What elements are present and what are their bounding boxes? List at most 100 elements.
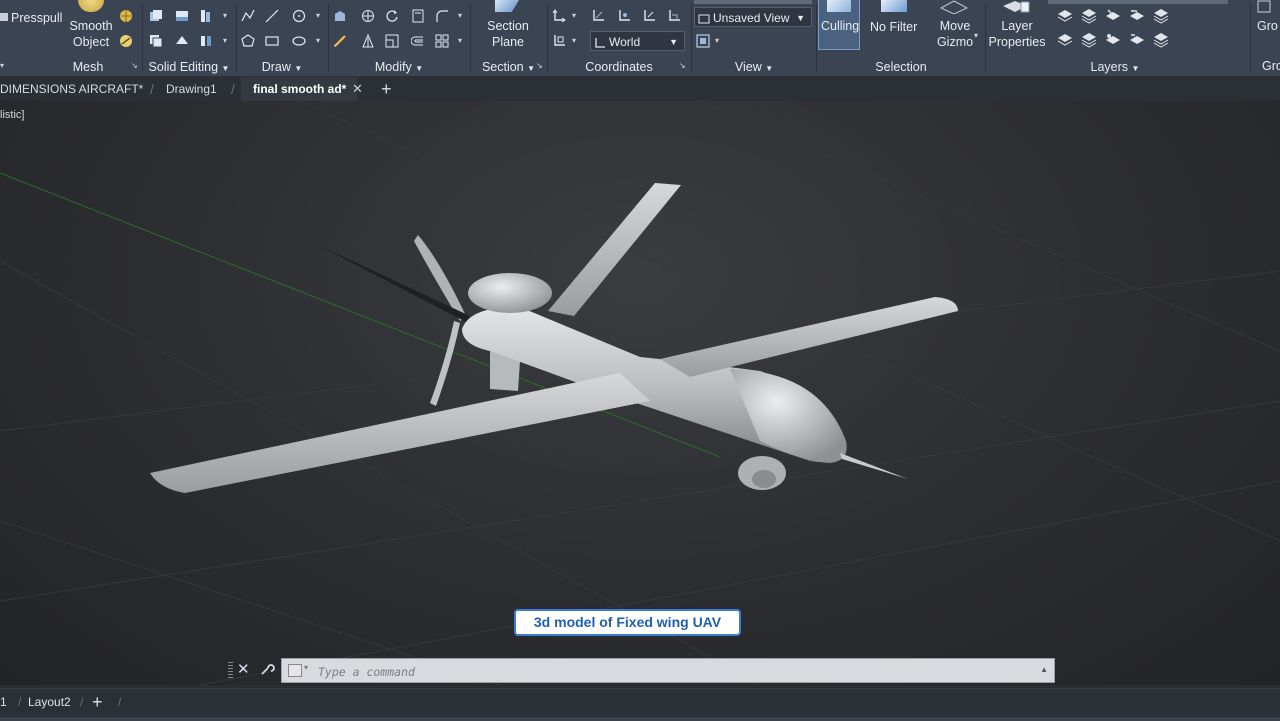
culling-button[interactable]: Culling: [818, 0, 860, 50]
layout-tab-layout2[interactable]: Layout2: [28, 689, 71, 715]
command-line-grip[interactable]: [228, 662, 233, 679]
mesh-dialog-launcher[interactable]: ↘: [131, 61, 138, 70]
slice-caret[interactable]: ▾: [223, 11, 227, 20]
group-icon[interactable]: [1257, 0, 1271, 14]
model-viewport[interactable]: listic] 3d model of Fixed wing UAV: [0, 101, 1280, 685]
wing-far[interactable]: [548, 183, 681, 316]
draw-panel-caret[interactable]: ▼: [294, 64, 302, 73]
section-panel-caret[interactable]: ▼: [527, 64, 535, 73]
layer-properties-icon[interactable]: [1001, 0, 1031, 14]
smooth-object-icon[interactable]: [78, 0, 104, 12]
align-icon[interactable]: [411, 9, 425, 23]
layer-properties-button[interactable]: Layer Properties: [988, 18, 1046, 50]
layers-panel-title[interactable]: Layers ▼: [986, 60, 1244, 74]
draw-panel-title[interactable]: Draw ▼: [237, 60, 327, 74]
move-3d-icon[interactable]: [333, 9, 347, 23]
modeling-panel-caret[interactable]: ▾: [0, 61, 4, 70]
scale-icon[interactable]: [385, 34, 399, 48]
slice-icon[interactable]: [199, 9, 213, 23]
move-gizmo-icon[interactable]: [939, 0, 969, 15]
intersect-icon[interactable]: [149, 34, 163, 48]
fillet-caret[interactable]: ▾: [458, 11, 462, 20]
section-panel-title[interactable]: Section ▼: [471, 60, 546, 74]
ucs-zaxis-icon[interactable]: [642, 9, 656, 23]
no-filter-button[interactable]: No Filter: [870, 19, 917, 35]
ucs-caret[interactable]: ▾: [572, 11, 576, 20]
new-tab-button[interactable]: +: [381, 77, 392, 101]
section-plane-icon[interactable]: [495, 0, 519, 12]
recent-commands-icon[interactable]: [288, 664, 302, 677]
interfere-icon[interactable]: [175, 34, 189, 48]
layers-panel-caret[interactable]: ▼: [1132, 64, 1140, 73]
polygon-icon[interactable]: [241, 34, 255, 48]
line-icon[interactable]: [265, 9, 279, 23]
mesh-panel-title[interactable]: Mesh: [56, 60, 120, 74]
ellipse-caret[interactable]: ▾: [316, 36, 320, 45]
polyline-icon[interactable]: [241, 9, 255, 23]
rectangle-icon[interactable]: [265, 34, 279, 48]
coordinates-dialog-launcher[interactable]: ↘: [679, 61, 686, 70]
layer-isolate-icon[interactable]: [1080, 8, 1098, 24]
circle-caret[interactable]: ▾: [316, 11, 320, 20]
ucs-dropdown[interactable]: World ▼: [590, 31, 685, 51]
view-panel-title[interactable]: View ▼: [692, 60, 816, 74]
presspull-button[interactable]: Presspull: [11, 10, 62, 26]
tab-dimensions-aircraft[interactable]: DIMENSIONS AIRCRAFT*: [0, 77, 143, 101]
layer-list-strip[interactable]: [1048, 0, 1228, 4]
ucs-icon[interactable]: [552, 9, 566, 23]
new-layout-button[interactable]: +: [92, 689, 103, 715]
viewport-config-icon[interactable]: [696, 34, 710, 48]
command-history-up-icon[interactable]: ▲: [1040, 665, 1048, 674]
move-gizmo-button[interactable]: Move Gizmo: [935, 18, 975, 50]
shell-icon[interactable]: [199, 34, 213, 48]
draw-order-icon[interactable]: [333, 34, 347, 48]
mirror-icon[interactable]: [361, 34, 375, 48]
engine-cowling[interactable]: [468, 273, 552, 313]
named-view-dropdown[interactable]: Unsaved View ▼: [694, 7, 812, 27]
move-gizmo-caret[interactable]: ▾: [974, 31, 978, 40]
wing-right[interactable]: [660, 297, 958, 377]
tab-drawing1[interactable]: Drawing1: [166, 77, 217, 101]
ucs-named-icon[interactable]: [552, 34, 566, 48]
command-input-box[interactable]: ▾ ▲: [281, 658, 1055, 683]
mesh-smooth-icon[interactable]: [119, 34, 133, 48]
layer-merge-icon[interactable]: [1152, 8, 1170, 24]
smooth-object-button[interactable]: Smooth Object: [68, 18, 114, 50]
layout-tab-1[interactable]: 1: [0, 689, 7, 715]
coordinates-panel-title[interactable]: Coordinates: [548, 60, 690, 74]
ucs-origin-icon[interactable]: [617, 9, 631, 23]
layer-freeze-icon[interactable]: [1104, 8, 1122, 24]
section-plane-button[interactable]: Section Plane: [481, 18, 535, 50]
subtract-icon[interactable]: [175, 9, 189, 23]
rotate-icon[interactable]: [385, 9, 399, 23]
layer-delete-icon[interactable]: [1152, 32, 1170, 48]
view-panel-caret[interactable]: ▼: [765, 64, 773, 73]
shell-caret[interactable]: ▾: [223, 36, 227, 45]
layer-thaw-icon[interactable]: [1104, 32, 1122, 48]
fillet-icon[interactable]: [435, 9, 449, 23]
layer-on-icon[interactable]: [1056, 32, 1074, 48]
tab-final-smooth-ad[interactable]: final smooth ad*: [241, 77, 357, 101]
offset-icon[interactable]: [411, 34, 425, 48]
customize-wrench-icon[interactable]: [259, 661, 275, 677]
layer-unisolate-icon[interactable]: [1080, 32, 1098, 48]
group-button[interactable]: Gro: [1257, 18, 1278, 34]
close-command-line-icon[interactable]: ✕: [237, 660, 250, 678]
viewport-config-caret[interactable]: ▾: [715, 36, 719, 45]
ucs-named-caret[interactable]: ▾: [572, 36, 576, 45]
selection-panel-title[interactable]: Selection: [817, 60, 985, 74]
layer-lock-icon[interactable]: [1128, 8, 1146, 24]
modify-panel-title[interactable]: Modify ▼: [329, 60, 469, 74]
command-input[interactable]: [316, 662, 1020, 681]
ucs-world-icon[interactable]: [591, 9, 605, 23]
section-dialog-launcher[interactable]: ↘: [536, 61, 543, 70]
ellipse-icon[interactable]: [292, 34, 306, 48]
solid-editing-panel-title[interactable]: Solid Editing ▼: [143, 60, 235, 74]
ucs-3point-icon[interactable]: [667, 9, 681, 23]
solid-editing-panel-caret[interactable]: ▼: [222, 64, 230, 73]
wing-near[interactable]: [150, 373, 650, 493]
modify-panel-caret[interactable]: ▼: [415, 64, 423, 73]
layer-off-icon[interactable]: [1056, 8, 1074, 24]
pitot-probe[interactable]: [840, 453, 908, 479]
groups-panel-title[interactable]: Gro: [1262, 58, 1280, 74]
